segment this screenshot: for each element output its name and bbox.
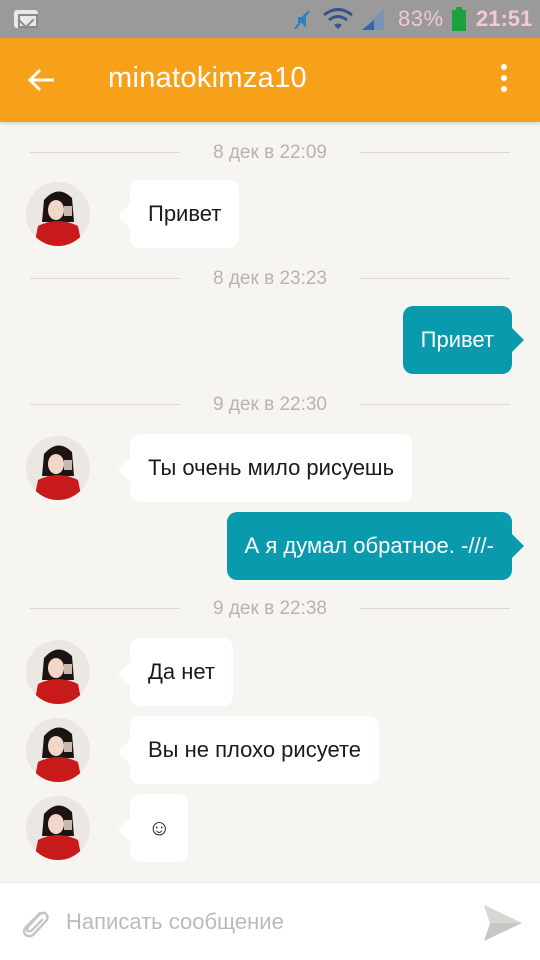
battery-icon (452, 7, 466, 31)
chat-title: minatokimza10 (108, 62, 307, 94)
date-separator: 8 дек в 23:23 (0, 264, 540, 294)
date-label: 8 дек в 22:09 (212, 142, 327, 163)
app-bar: minatokimza10 (0, 38, 540, 122)
date-separator: 8 дек в 22:09 (0, 138, 540, 168)
back-arrow-icon[interactable] (26, 64, 58, 96)
message-bubble-incoming[interactable]: Привет (117, 180, 240, 248)
date-separator: 9 дек в 22:30 (0, 390, 540, 420)
message-bubble-outgoing[interactable]: А я думал обратное. -///- (226, 512, 525, 580)
date-separator: 9 дек в 22:38 (0, 594, 540, 624)
attach-icon[interactable] (16, 905, 52, 941)
message-bubble-incoming[interactable]: Вы не плохо рисуете (117, 716, 380, 784)
date-label: 9 дек в 22:38 (212, 598, 327, 619)
clock: 21:51 (476, 6, 533, 31)
wifi-icon (323, 8, 353, 29)
more-vert-icon[interactable] (494, 64, 514, 98)
avatar[interactable] (26, 436, 90, 500)
avatar[interactable] (26, 796, 90, 860)
signal-icon (362, 9, 384, 30)
message-bubble-incoming[interactable]: Ты очень мило рисуешь (117, 434, 413, 502)
battery-percent: 83% (398, 6, 444, 31)
message-thread[interactable]: 8 дек в 22:09 Привет 8 дек в 23:23 Приве… (0, 122, 540, 882)
mute-icon (294, 10, 310, 30)
date-label: 8 дек в 23:23 (212, 268, 327, 289)
message-input[interactable] (66, 903, 466, 941)
notification-icon (14, 10, 38, 28)
message-bubble-incoming[interactable]: ☺ (117, 794, 189, 862)
message-bubble-incoming[interactable]: Да нет (118, 638, 233, 706)
avatar[interactable] (26, 182, 90, 246)
status-bar: 83% 21:51 (0, 0, 540, 38)
date-label: 9 дек в 22:30 (212, 394, 327, 415)
send-icon[interactable] (482, 903, 524, 943)
avatar[interactable] (26, 640, 90, 704)
avatar[interactable] (26, 718, 90, 782)
message-composer (0, 882, 540, 960)
message-bubble-outgoing[interactable]: Привет (402, 306, 525, 374)
